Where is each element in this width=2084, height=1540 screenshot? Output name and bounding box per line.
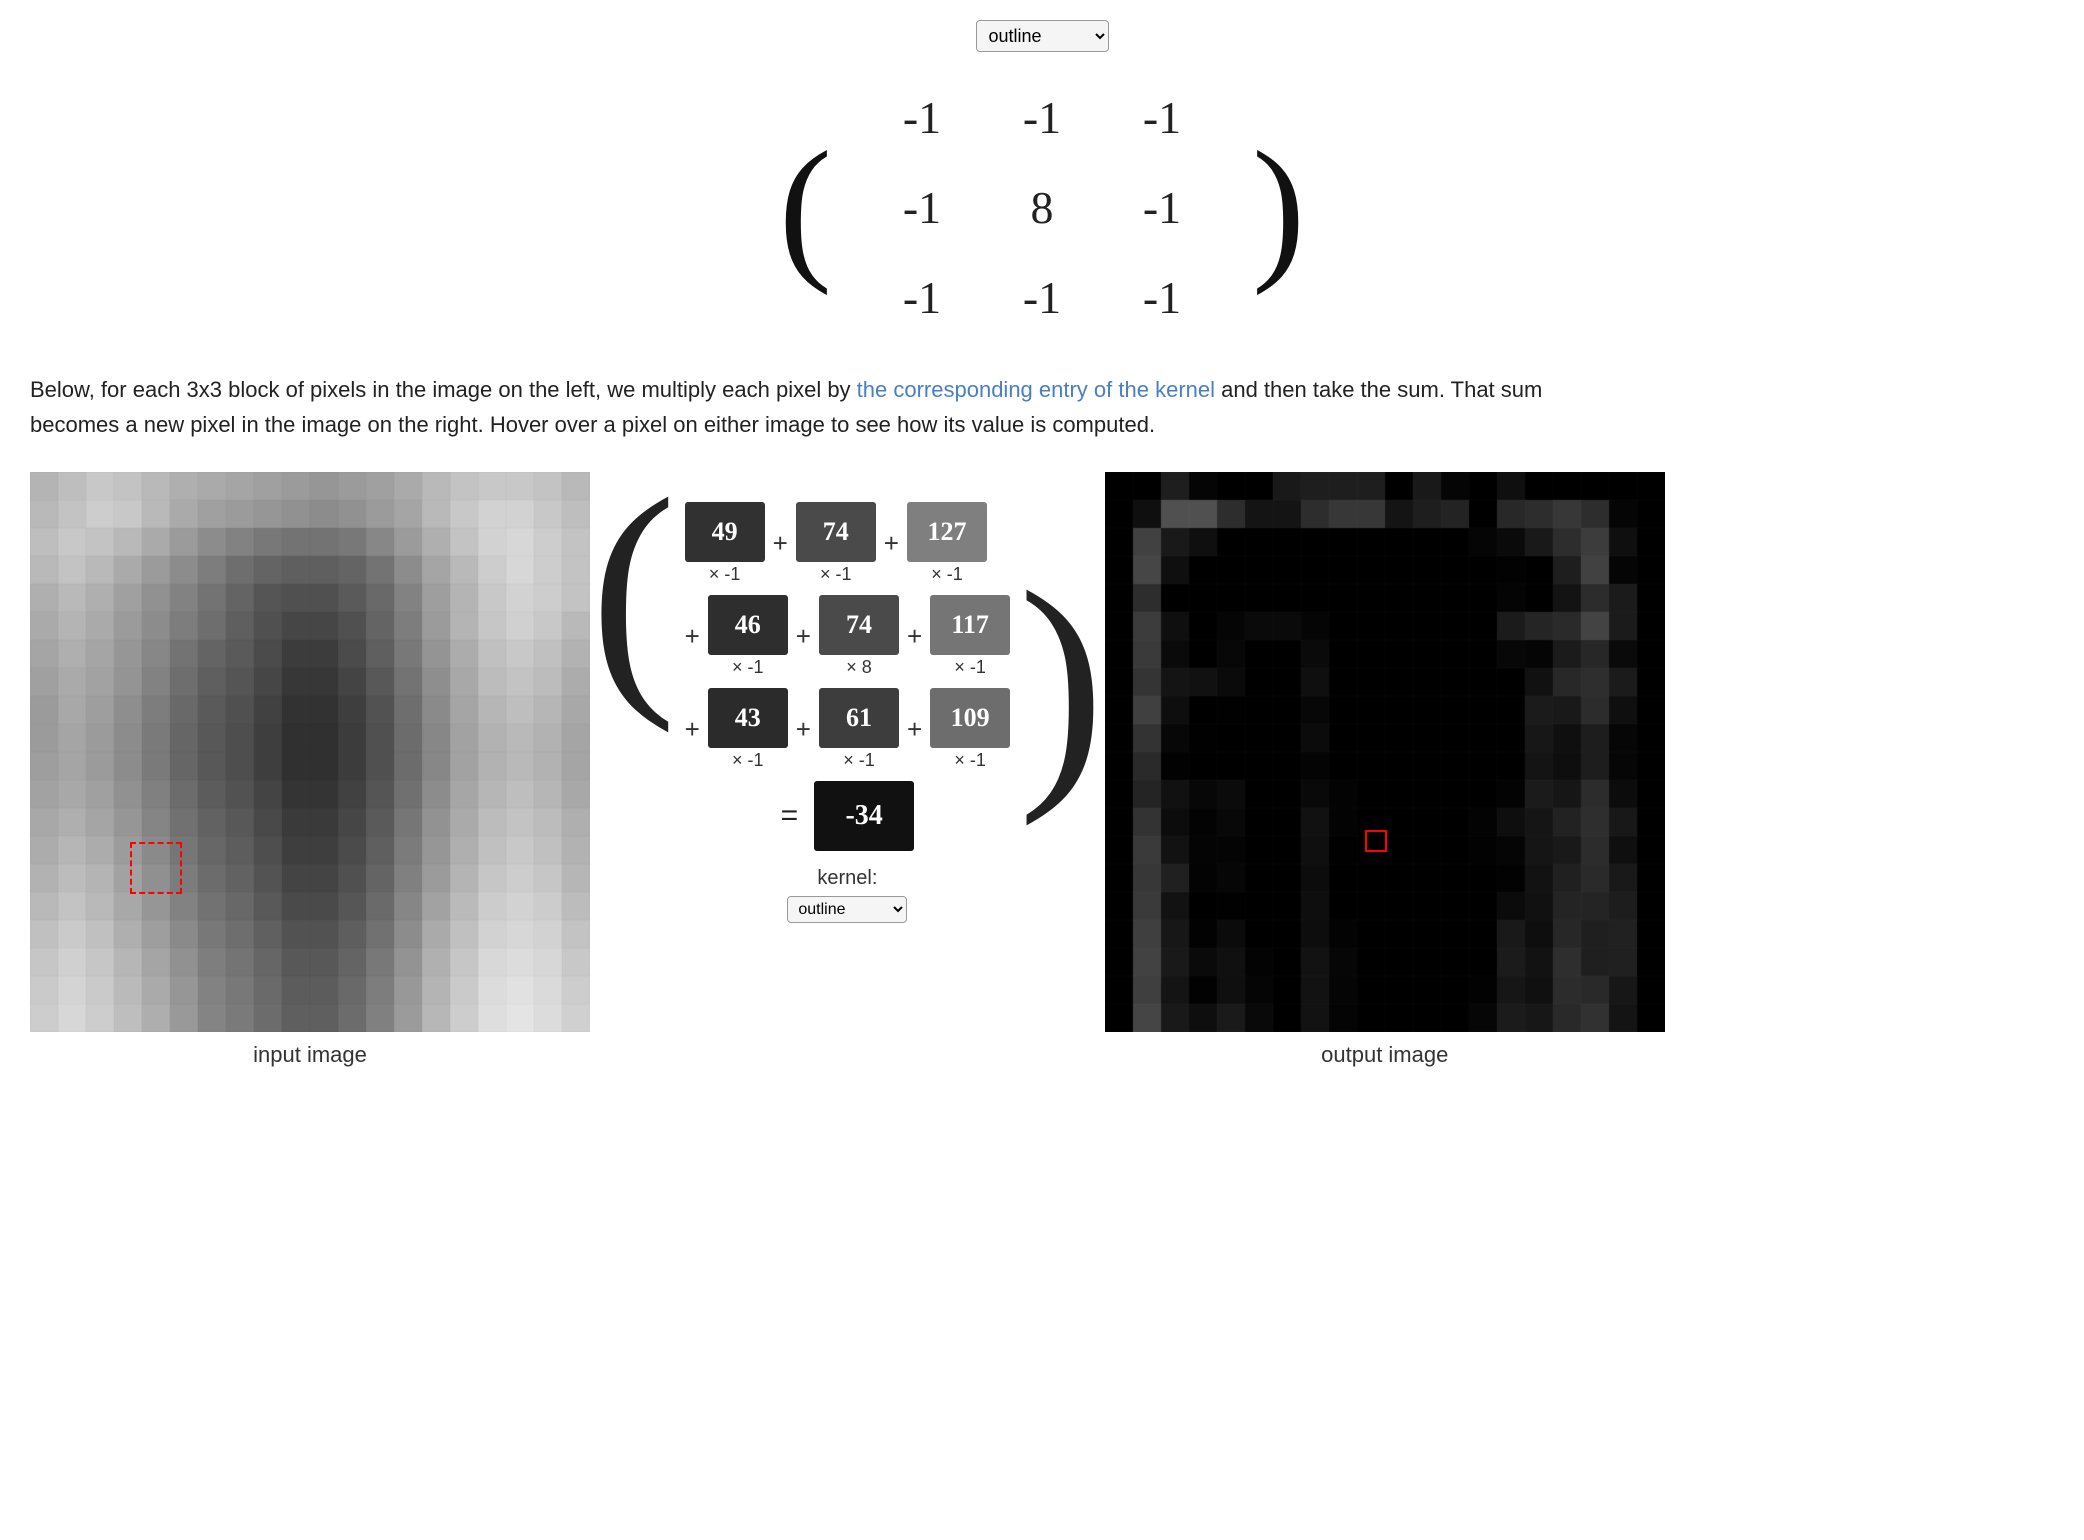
matrix-display: ( -1-1-1-18-1-1-1-1 ) [779,72,1306,342]
matrix-cell: 8 [982,162,1102,252]
pixel-value: 117 [930,595,1010,655]
pixel-multiplier: × -1 [732,657,764,678]
matrix-grid: -1-1-1-18-1-1-1-1 [862,72,1222,342]
formula-right-paren: ) [1018,605,1105,761]
matrix-cell: -1 [982,252,1102,342]
formula-row: 49× -1+74× -1+127× -1 [685,502,1011,585]
pixel-multiplier: × 8 [846,657,872,678]
formula-row: +43× -1+61× -1+109× -1 [685,688,1011,771]
description-text: Below, for each 3x3 block of pixels in t… [30,372,1630,442]
output-pixel-grid[interactable] [1105,472,1665,1032]
input-image-container: input image [30,472,590,1068]
pixel-value: 109 [930,688,1010,748]
description-highlight: the corresponding entry of the kernel [857,377,1215,402]
pixel-multiplier: × -1 [732,750,764,771]
matrix-cell: -1 [1102,162,1222,252]
pixel-value: 61 [819,688,899,748]
formula-inner: 49× -1+74× -1+127× -1+46× -1+74× 8+117× … [685,502,1011,771]
pixel-box: 127× -1 [907,502,987,585]
kernel-select-top[interactable]: outline blur sharpen edge detect emboss [976,20,1109,52]
output-image-label: output image [1321,1042,1448,1068]
top-section: outline blur sharpen edge detect emboss … [30,20,2054,342]
plus-operator: + [773,528,788,559]
plus-operator: + [907,621,922,652]
pixel-multiplier: × -1 [954,657,986,678]
kernel-label-section: kernel: outline blur sharpen edge detect… [787,867,907,923]
right-bracket: ) [1252,139,1305,275]
pixel-value: 74 [796,502,876,562]
pixel-multiplier: × -1 [954,750,986,771]
pixel-box: 61× -1 [819,688,899,771]
left-bracket: ( [779,139,832,275]
pixel-box: 109× -1 [930,688,1010,771]
main-section: input image ( 49× -1+74× -1+127× -1+46× … [30,472,2054,1068]
matrix-cell: -1 [1102,72,1222,162]
pixel-box: 117× -1 [930,595,1010,678]
formula-left-paren: ( [590,512,677,668]
matrix-cell: -1 [862,252,982,342]
matrix-cell: -1 [862,162,982,252]
pixel-box: 43× -1 [708,688,788,771]
matrix-cell: -1 [982,72,1102,162]
plus-operator: + [796,621,811,652]
plus-operator: + [907,714,922,745]
matrix-cell: -1 [1102,252,1222,342]
pixel-value: 43 [708,688,788,748]
formula-outer: ( 49× -1+74× -1+127× -1+46× -1+74× 8+117… [590,502,1105,771]
kernel-dropdown-top-container: outline blur sharpen edge detect emboss [976,20,1109,52]
pixel-multiplier: × -1 [931,564,963,585]
pixel-value: 74 [819,595,899,655]
pixel-multiplier: × -1 [709,564,741,585]
pixel-box: 49× -1 [685,502,765,585]
equals-sign: = [781,799,799,833]
formula-result-row: = -34 [781,781,915,851]
pixel-box: 74× 8 [819,595,899,678]
plus-operator: + [884,528,899,559]
pixel-value: 46 [708,595,788,655]
output-image-container: output image [1105,472,1665,1068]
plus-operator: + [685,621,700,652]
formula-section: ( 49× -1+74× -1+127× -1+46× -1+74× 8+117… [590,472,1105,923]
pixel-multiplier: × -1 [820,564,852,585]
kernel-label-text: kernel: [817,867,877,890]
input-canvas[interactable] [30,472,590,1032]
formula-row: +46× -1+74× 8+117× -1 [685,595,1011,678]
kernel-select-bottom[interactable]: outline blur sharpen edge detect emboss [787,896,907,923]
result-box: -34 [814,781,914,851]
pixel-multiplier: × -1 [843,750,875,771]
pixel-value: 127 [907,502,987,562]
pixel-value: 49 [685,502,765,562]
input-image-label: input image [253,1042,367,1068]
plus-operator: + [685,714,700,745]
plus-operator: + [796,714,811,745]
output-canvas[interactable] [1105,472,1665,1032]
pixel-box: 46× -1 [708,595,788,678]
input-pixel-grid[interactable] [30,472,590,1032]
matrix-cell: -1 [862,72,982,162]
pixel-box: 74× -1 [796,502,876,585]
